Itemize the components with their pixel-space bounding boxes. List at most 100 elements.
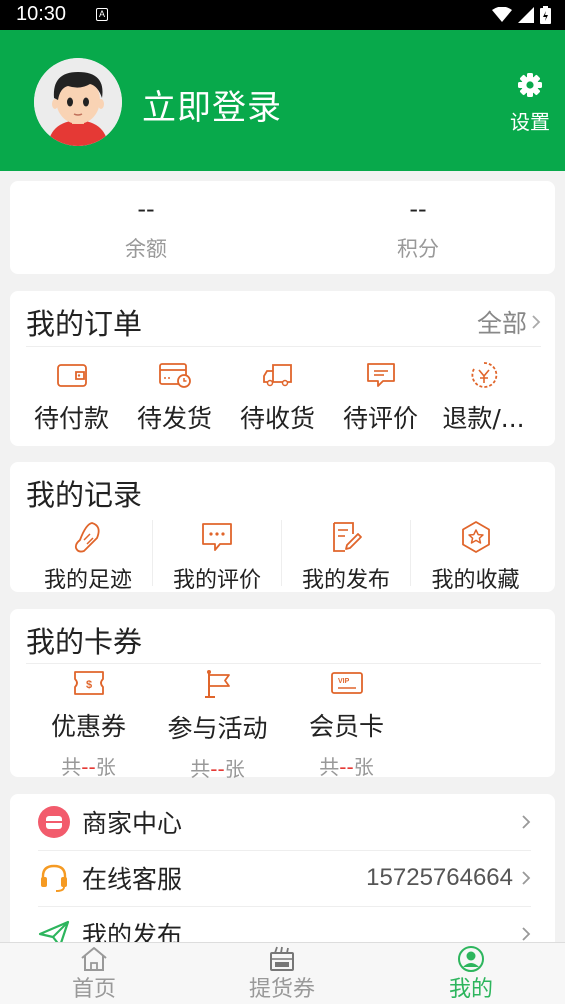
comment-icon (366, 363, 395, 387)
vip-card-text: VIP (338, 678, 350, 685)
order-pending-shipment[interactable]: 待发货 (123, 361, 226, 435)
coupon-count: 共--张 (319, 755, 374, 779)
vip-card-icon: VIP (330, 672, 363, 694)
coupon-label: 会员卡 (308, 712, 384, 741)
record-favorites[interactable]: 我的收藏 (411, 520, 540, 593)
status-time: 10:30 (16, 3, 67, 25)
menu-list: 商家中心 在线客服 15725764664 我的发布 (10, 794, 555, 954)
menu-item-label: 商家中心 (82, 809, 183, 838)
divider (26, 346, 541, 347)
system-icons (492, 6, 551, 24)
balance-stat[interactable]: -- 余额 (10, 181, 282, 263)
bottom-tab-bar: 首页 提货券 我的 (0, 942, 565, 1004)
coupon-count: 共--张 (61, 755, 116, 779)
coupons-card: 我的卡券 $ 优惠券 共--张 参与活动 共--张 VIP 会员卡 共--张 (10, 609, 555, 781)
star-icon (461, 521, 490, 553)
order-item-label: 待收货 (239, 404, 315, 433)
tab-label: 提货券 (248, 977, 315, 1002)
profile-header: 立即登录 设置 (0, 30, 565, 171)
chevron-right-icon (532, 315, 541, 329)
coupon-count: 共--张 (190, 757, 245, 781)
divider (26, 663, 541, 664)
chevron-right-icon (522, 927, 531, 941)
settings-button[interactable]: 设置 (505, 72, 555, 135)
orders-title: 我的订单 (26, 307, 143, 341)
battery-icon (540, 6, 551, 24)
gear-icon (518, 73, 542, 97)
svg-text:$: $ (85, 679, 91, 691)
points-label: 积分 (397, 237, 439, 261)
order-item-label: 待发货 (136, 404, 212, 433)
record-posts[interactable]: 我的发布 (282, 520, 411, 593)
record-label: 我的收藏 (431, 568, 520, 593)
balance-card: -- 余额 -- 积分 (10, 181, 555, 274)
wallet-icon (56, 364, 87, 387)
menu-item-customer-service[interactable]: 在线客服 15725764664 (38, 850, 531, 906)
login-button[interactable]: 立即登录 (142, 80, 282, 129)
tab-voucher[interactable]: 提货券 (188, 943, 376, 1004)
avatar[interactable] (34, 58, 122, 146)
ticket-icon (270, 946, 294, 971)
order-pending-receipt[interactable]: 待收货 (226, 361, 329, 435)
record-label: 我的足迹 (43, 568, 132, 593)
records-row: 我的足迹 我的评价 我的发布 我的收藏 (24, 520, 540, 593)
notification-icon: A (96, 8, 108, 21)
balance-label: 余额 (125, 237, 167, 261)
coupon-label: 参与活动 (167, 714, 268, 743)
tab-profile[interactable]: 我的 (377, 943, 565, 1004)
view-all-label: 全部 (476, 309, 527, 338)
coupon-activities[interactable]: 参与活动 共--张 (153, 669, 282, 782)
balance-value: -- (137, 195, 155, 223)
avatar-image (34, 58, 122, 146)
home-icon (81, 947, 107, 971)
tab-home[interactable]: 首页 (0, 943, 188, 1004)
chevron-right-icon (522, 815, 531, 829)
record-footprint[interactable]: 我的足迹 (24, 520, 153, 593)
chevron-right-icon (522, 871, 531, 885)
records-title: 我的记录 (26, 478, 143, 512)
card-clock-icon (158, 363, 191, 388)
flag-icon (204, 670, 230, 698)
menu-item-right (521, 926, 531, 942)
store-icon (38, 806, 70, 838)
order-item-label: 退款/... (442, 404, 525, 433)
wifi-icon (492, 7, 512, 22)
order-item-label: 待评价 (342, 404, 418, 433)
points-value: -- (409, 195, 427, 223)
record-label: 我的发布 (301, 568, 390, 593)
points-stat[interactable]: -- 积分 (282, 181, 554, 263)
menu-item-right (521, 814, 531, 830)
signal-icon (518, 7, 534, 23)
orders-card: 我的订单 全部 待付款 待发货 待收货 待评价 退款/... (10, 291, 555, 446)
menu-item-merchant-center[interactable]: 商家中心 (38, 794, 531, 850)
menu-item-right: 15725764664 (366, 864, 531, 892)
footprint-icon (74, 522, 100, 553)
chat-icon (202, 523, 232, 551)
order-refund[interactable]: 退款/... (432, 361, 535, 435)
tab-label: 首页 (71, 977, 116, 1002)
edit-icon (333, 522, 362, 552)
order-pending-review[interactable]: 待评价 (329, 361, 432, 435)
coupon-label: 优惠券 (50, 712, 126, 741)
order-item-label: 待付款 (33, 404, 109, 433)
profile-icon (458, 946, 484, 972)
status-bar: 10:30 A (0, 0, 565, 30)
refund-icon (471, 362, 497, 388)
order-status-row: 待付款 待发货 待收货 待评价 退款/... (20, 361, 535, 435)
coupons-row: $ 优惠券 共--张 参与活动 共--张 VIP 会员卡 共--张 (24, 669, 411, 782)
order-pending-payment[interactable]: 待付款 (20, 361, 123, 435)
settings-label: 设置 (510, 110, 550, 134)
records-card: 我的记录 我的足迹 我的评价 我的发布 我的收藏 (10, 462, 555, 593)
service-phone[interactable]: 15725764664 (366, 864, 513, 892)
menu-item-label: 在线客服 (82, 865, 183, 894)
record-label: 我的评价 (172, 568, 261, 593)
coupon-membership[interactable]: VIP 会员卡 共--张 (282, 669, 411, 782)
record-reviews[interactable]: 我的评价 (153, 520, 282, 593)
headset-icon (41, 864, 67, 892)
coupon-discount[interactable]: $ 优惠券 共--张 (24, 669, 153, 782)
view-all-orders-link[interactable]: 全部 (477, 304, 541, 340)
truck-icon (262, 364, 292, 387)
tab-label: 我的 (448, 977, 493, 1002)
coupon-icon: $ (73, 671, 104, 695)
coupons-title: 我的卡券 (26, 625, 143, 659)
